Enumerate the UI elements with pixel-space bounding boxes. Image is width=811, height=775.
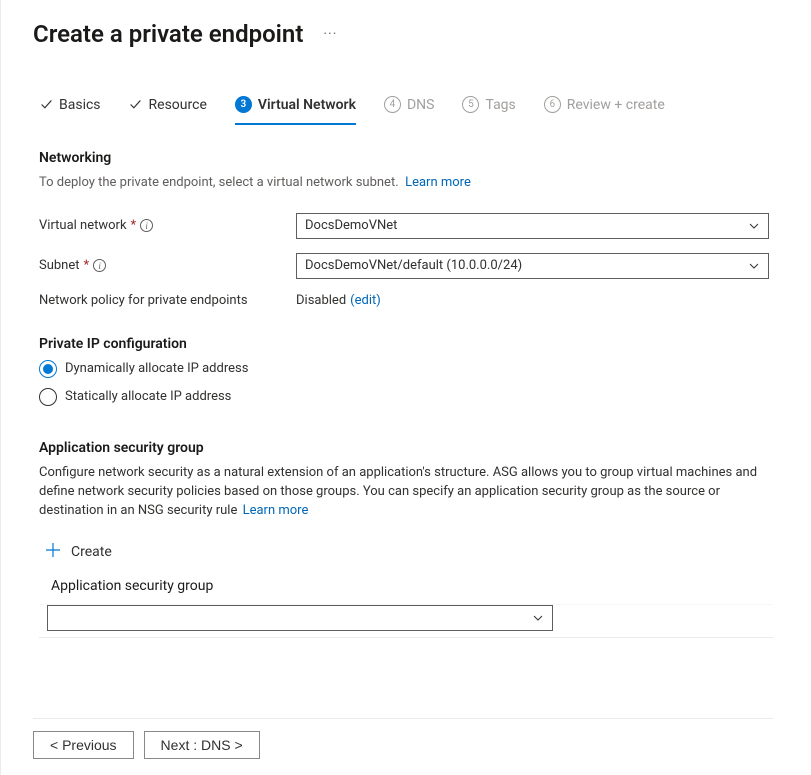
check-icon — [129, 98, 143, 112]
tab-tags[interactable]: 5 Tags — [462, 90, 515, 125]
virtual-network-label: Virtual network — [39, 218, 127, 233]
tab-review-label: Review + create — [567, 97, 665, 113]
required-indicator: * — [84, 258, 90, 273]
asg-column-label: Application security group — [39, 578, 773, 604]
required-indicator: * — [131, 218, 137, 233]
chevron-down-icon — [532, 612, 544, 624]
tab-resource[interactable]: Resource — [129, 91, 207, 125]
check-icon — [39, 98, 53, 112]
tab-dns[interactable]: 4 DNS — [384, 90, 435, 125]
tab-dns-label: DNS — [407, 97, 435, 113]
virtual-network-value: DocsDemoVNet — [305, 218, 397, 233]
ip-config-heading: Private IP configuration — [39, 336, 773, 352]
subnet-value: DocsDemoVNet/default (10.0.0.0/24) — [305, 258, 522, 273]
virtual-network-select[interactable]: DocsDemoVNet — [296, 213, 769, 239]
radio-dynamic-ip[interactable] — [39, 360, 57, 378]
asg-create-label: Create — [71, 544, 112, 560]
asg-select[interactable] — [47, 605, 553, 631]
step-number-badge: 4 — [384, 96, 401, 113]
tab-vnet-label: Virtual Network — [258, 97, 356, 113]
radio-static-ip[interactable] — [39, 388, 57, 406]
radio-static-label[interactable]: Statically allocate IP address — [65, 389, 231, 404]
tab-virtual-network[interactable]: 3 Virtual Network — [235, 90, 356, 125]
subnet-label: Subnet — [39, 258, 80, 273]
info-icon[interactable]: i — [140, 219, 153, 232]
tab-review-create[interactable]: 6 Review + create — [544, 90, 665, 125]
subnet-select[interactable]: DocsDemoVNet/default (10.0.0.0/24) — [296, 253, 769, 279]
tab-basics[interactable]: Basics — [39, 91, 101, 125]
next-button[interactable]: Next : DNS > — [144, 731, 260, 759]
tab-basics-label: Basics — [59, 97, 101, 113]
more-actions-button[interactable]: ··· — [317, 22, 343, 46]
wizard-tabs: Basics Resource 3 Virtual Network 4 DNS … — [1, 60, 811, 124]
step-number-badge: 3 — [235, 96, 252, 113]
asg-learn-more-link[interactable]: Learn more — [243, 503, 309, 518]
networking-heading: Networking — [39, 150, 773, 166]
asg-heading: Application security group — [39, 440, 773, 456]
tab-resource-label: Resource — [149, 97, 207, 113]
radio-dynamic-label[interactable]: Dynamically allocate IP address — [65, 361, 248, 376]
chevron-down-icon — [748, 260, 760, 272]
info-icon[interactable]: i — [93, 259, 106, 272]
network-policy-label: Network policy for private endpoints — [39, 293, 248, 308]
chevron-down-icon — [748, 220, 760, 232]
network-policy-value: Disabled — [296, 293, 346, 308]
previous-button[interactable]: < Previous — [33, 731, 134, 759]
networking-learn-more-link[interactable]: Learn more — [405, 175, 471, 190]
step-number-badge: 6 — [544, 96, 561, 113]
asg-desc: Configure network security as a natural … — [39, 465, 757, 518]
step-number-badge: 5 — [462, 96, 479, 113]
page-title: Create a private endpoint — [33, 20, 303, 48]
tab-tags-label: Tags — [485, 97, 515, 113]
network-policy-edit-link[interactable]: (edit) — [350, 293, 381, 308]
asg-create-button[interactable]: Create — [39, 536, 773, 578]
networking-desc: To deploy the private endpoint, select a… — [39, 175, 399, 190]
plus-icon — [45, 542, 61, 562]
